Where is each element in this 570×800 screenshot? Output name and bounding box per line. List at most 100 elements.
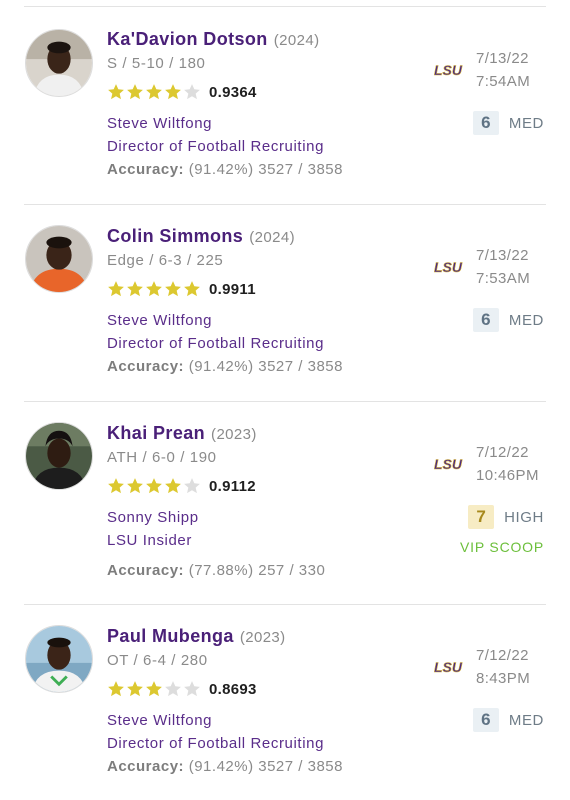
star-icon (126, 83, 144, 101)
star-icon (183, 83, 201, 101)
lsu-logo-icon: LSU (434, 660, 463, 674)
lsu-logo-icon: LSU (434, 457, 463, 471)
predictor-name[interactable]: Steve Wiltfong (107, 312, 212, 329)
prediction-card[interactable]: Ka'Davion Dotson (2024) S / 5-10 / 180 0.… (0, 0, 570, 204)
star-icon (145, 680, 163, 698)
player-avatar[interactable] (25, 625, 93, 693)
confidence-label: MED (508, 114, 544, 132)
lsu-logo-icon: LSU (434, 260, 463, 274)
player-avatar[interactable] (25, 422, 93, 490)
confidence-score: 6 (472, 708, 499, 732)
prediction-card[interactable]: Khai Prean (2023) ATH / 6-0 / 190 0.9112 … (0, 402, 570, 604)
composite-rating: 0.9112 (209, 477, 256, 495)
prediction-date: 7/13/22 (476, 247, 529, 264)
star-icon (145, 83, 163, 101)
svg-text:LSU: LSU (434, 260, 463, 274)
confidence-indicator: 6 MED (472, 708, 544, 732)
accuracy-value: (77.88%) 257 / 330 (188, 562, 326, 579)
star-icon (126, 680, 144, 698)
accuracy-label: Accuracy: (107, 758, 185, 775)
star-icon (164, 280, 182, 298)
confidence-indicator: 6 MED (472, 308, 544, 332)
star-icon (107, 477, 125, 495)
star-icon (126, 477, 144, 495)
player-avatar[interactable] (25, 225, 93, 293)
star-icon (145, 280, 163, 298)
class-year: (2023) (239, 629, 286, 646)
confidence-score: 6 (472, 111, 499, 135)
prediction-date: 7/12/22 (476, 444, 529, 461)
svg-text:LSU: LSU (434, 660, 463, 674)
confidence-score: 7 (468, 505, 495, 529)
predictor-accuracy: Accuracy: (91.42%) 3527 / 3858 (107, 758, 343, 775)
composite-rating: 0.9911 (209, 280, 256, 298)
confidence-indicator: 6 MED (472, 111, 544, 135)
star-icon (107, 83, 125, 101)
player-name[interactable]: Ka'Davion Dotson (2024) (107, 29, 319, 50)
star-rating: 0.9911 (107, 279, 256, 299)
star-icon (107, 680, 125, 698)
star-icon (183, 280, 201, 298)
class-year: (2024) (249, 229, 295, 246)
star-icon (126, 280, 144, 298)
predictor-role: Director of Football Recruiting (107, 138, 325, 155)
star-icon (164, 680, 182, 698)
accuracy-value: (91.42%) 3527 / 3858 (188, 758, 343, 775)
star-icon (183, 477, 201, 495)
prediction-time: 7:54AM (476, 73, 531, 90)
predictor-role: LSU Insider (107, 532, 192, 549)
player-name[interactable]: Paul Mubenga (2023) (107, 626, 286, 647)
star-icon (164, 477, 182, 495)
star-icon (145, 477, 163, 495)
player-name[interactable]: Khai Prean (2023) (107, 423, 257, 444)
prediction-time: 7:53AM (476, 270, 531, 287)
prediction-date: 7/13/22 (476, 50, 529, 67)
accuracy-value: (91.42%) 3527 / 3858 (188, 161, 343, 178)
player-name-text[interactable]: Colin Simmons (107, 226, 243, 246)
predictor-role: Director of Football Recruiting (107, 335, 325, 352)
player-position-size: Edge / 6-3 / 225 (107, 252, 224, 269)
predictor-role: Director of Football Recruiting (107, 735, 325, 752)
prediction-time: 8:43PM (476, 670, 531, 687)
accuracy-value: (91.42%) 3527 / 3858 (188, 358, 343, 375)
accuracy-label: Accuracy: (107, 562, 185, 579)
player-position-size: OT / 6-4 / 280 (107, 652, 208, 669)
predictor-name[interactable]: Sonny Shipp (107, 509, 199, 526)
svg-text:LSU: LSU (434, 63, 463, 77)
player-photo-icon (26, 423, 92, 489)
confidence-label: MED (508, 711, 544, 729)
accuracy-label: Accuracy: (107, 161, 185, 178)
vip-scoop-badge[interactable]: VIP SCOOP (460, 539, 544, 555)
confidence-indicator: 7 HIGH (468, 505, 544, 529)
player-photo-icon (26, 626, 92, 692)
prediction-time: 10:46PM (476, 467, 539, 484)
prediction-card[interactable]: Colin Simmons (2024) Edge / 6-3 / 225 0.9… (0, 205, 570, 401)
prediction-date: 7/12/22 (476, 647, 529, 664)
player-name-text[interactable]: Ka'Davion Dotson (107, 29, 268, 49)
player-position-size: ATH / 6-0 / 190 (107, 449, 217, 466)
composite-rating: 0.9364 (209, 83, 257, 101)
player-name-text[interactable]: Khai Prean (107, 423, 205, 443)
confidence-score: 6 (472, 308, 499, 332)
star-rating: 0.9364 (107, 82, 257, 102)
player-photo-icon (26, 226, 92, 292)
star-rating: 0.9112 (107, 476, 256, 496)
player-photo-icon (26, 30, 92, 96)
player-name[interactable]: Colin Simmons (2024) (107, 226, 295, 247)
predictor-accuracy: Accuracy: (77.88%) 257 / 330 (107, 562, 325, 579)
player-avatar[interactable] (25, 29, 93, 97)
accuracy-label: Accuracy: (107, 358, 185, 375)
class-year: (2023) (211, 426, 257, 443)
predictor-name[interactable]: Steve Wiltfong (107, 115, 212, 132)
lsu-logo-icon: LSU (434, 63, 463, 77)
player-position-size: S / 5-10 / 180 (107, 55, 206, 72)
star-icon (164, 83, 182, 101)
player-name-text[interactable]: Paul Mubenga (107, 626, 234, 646)
class-year: (2024) (273, 32, 320, 49)
star-icon (107, 280, 125, 298)
confidence-label: MED (508, 311, 544, 329)
predictor-accuracy: Accuracy: (91.42%) 3527 / 3858 (107, 161, 343, 178)
confidence-label: HIGH (504, 508, 544, 526)
predictor-name[interactable]: Steve Wiltfong (107, 712, 212, 729)
prediction-card[interactable]: Paul Mubenga (2023) OT / 6-4 / 280 0.8693… (0, 605, 570, 800)
